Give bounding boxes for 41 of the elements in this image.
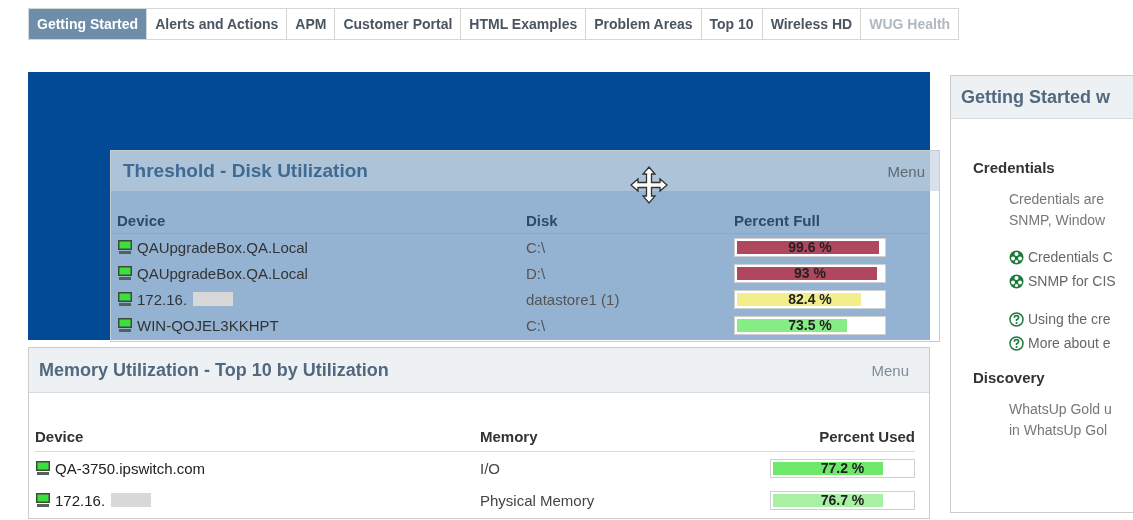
help-link[interactable]: More about e: [1028, 335, 1111, 351]
panel-title: Threshold - Disk Utilization: [123, 160, 368, 182]
device-name[interactable]: 172.16.: [137, 290, 188, 308]
device-name[interactable]: WIN-QOJEL3KKHPT: [137, 316, 279, 334]
table-cell-text: D:\: [526, 264, 547, 282]
paragraph-line: WhatsUp Gold u: [1009, 400, 1113, 419]
paragraph-line: Credentials are: [1009, 190, 1105, 209]
percent-value: 76.7 %: [820, 492, 865, 508]
menu-link[interactable]: Menu: [871, 361, 909, 379]
help-link[interactable]: Using the cre: [1028, 311, 1111, 327]
column-header: Device: [117, 212, 167, 229]
paragraph-line: in WhatsUp Gol: [1009, 421, 1109, 440]
percent-value: 82.4 %: [788, 291, 832, 307]
column-header: Percent Used: [818, 427, 915, 445]
device-name[interactable]: QAUpgradeBox.QA.Local: [137, 264, 308, 282]
paragraph-line: SNMP, Window: [1009, 211, 1107, 230]
help-link[interactable]: SNMP for CIS: [1028, 273, 1116, 289]
device-name[interactable]: QA-3750.ipswitch.com: [55, 459, 206, 477]
percent-value: 99.6 %: [788, 239, 832, 255]
percent-value: 93 %: [794, 265, 826, 281]
device-name[interactable]: 172.16.: [55, 491, 106, 509]
panel-title: Getting Started w: [951, 76, 1133, 119]
table-cell-text: C:\: [526, 238, 547, 256]
section-heading: Discovery: [973, 369, 1046, 386]
help-link[interactable]: Credentials C: [1028, 249, 1113, 265]
section-heading: Credentials: [973, 159, 1056, 176]
column-header: Percent Full: [734, 212, 821, 229]
panel-title: Memory Utilization - Top 10 by Utilization: [39, 359, 389, 381]
dragged-panel[interactable]: Threshold - Disk Utilization Menu Device Disk Percent Full QAUpgradeBox.QA.Local C:\ 99.6 % QAUpgradeBox.QA.Local D:\ 93 % 172.16. datastore1 (1) 82.4 % WIN-QOJEL3KKHPT C:\ 73.5 %: [110, 150, 940, 342]
table-cell-text: C:\: [526, 316, 547, 334]
device-name[interactable]: QAUpgradeBox.QA.Local: [137, 238, 308, 256]
table-cell-text: Physical Memory: [480, 491, 596, 509]
table-cell-text: I/O: [480, 459, 501, 477]
column-header: Disk: [526, 212, 559, 229]
table-cell-text: datastore1 (1): [526, 290, 621, 308]
column-header: Memory: [480, 427, 539, 445]
percent-value: 73.5 %: [788, 317, 832, 333]
tab[interactable]: Getting Started: [29, 9, 148, 39]
menu-link[interactable]: Menu: [887, 162, 925, 180]
column-header: Device: [35, 427, 85, 445]
percent-value: 77.2 %: [820, 460, 865, 476]
